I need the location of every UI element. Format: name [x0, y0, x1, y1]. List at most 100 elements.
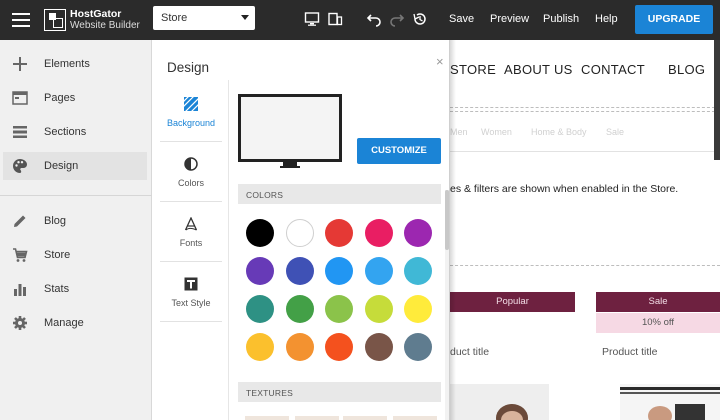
sidebar-item-pages[interactable]: Pages — [3, 84, 147, 112]
sidebar-item-store[interactable]: Store — [3, 241, 147, 269]
desktop-view-icon[interactable] — [304, 11, 320, 27]
sidebar-item-label: Stats — [44, 283, 70, 295]
design-panel: Design × Background Colors Fonts Text St… — [153, 40, 450, 420]
color-swatch[interactable] — [364, 295, 393, 323]
page-select[interactable]: Store — [153, 6, 255, 30]
sidebar-item-sections[interactable]: Sections — [3, 118, 147, 146]
sidebar-item-manage[interactable]: Manage — [3, 309, 147, 337]
texture-swatch[interactable] — [245, 416, 289, 420]
tab-label: Colors — [177, 178, 204, 188]
color-swatch[interactable] — [246, 333, 274, 361]
color-swatch[interactable] — [364, 257, 393, 285]
color-swatch[interactable] — [246, 295, 274, 323]
color-swatch[interactable] — [285, 219, 314, 247]
undo-icon[interactable] — [366, 11, 382, 27]
store-filter-notice: es & filters are shown when enabled in t… — [450, 183, 679, 195]
color-swatch[interactable] — [325, 257, 353, 285]
text-style-icon — [183, 276, 199, 292]
color-swatch[interactable] — [364, 219, 393, 247]
tab-label: Fonts — [179, 238, 203, 248]
sidebar-item-label: Store — [44, 249, 71, 261]
product-title[interactable]: Product title — [602, 346, 657, 358]
tab-background[interactable]: Background — [160, 84, 222, 142]
sidebar-item-label: Elements — [44, 58, 90, 70]
color-swatch[interactable] — [246, 219, 274, 247]
panel-scrollbar-thumb[interactable] — [445, 190, 449, 250]
sidebar-divider — [0, 195, 152, 196]
texture-swatch[interactable] — [295, 416, 339, 420]
section-divider — [450, 107, 720, 108]
color-swatch[interactable] — [404, 333, 432, 361]
background-hatch-icon — [183, 96, 199, 112]
sidebar-item-label: Sections — [44, 126, 87, 138]
texture-swatch[interactable] — [343, 416, 387, 420]
gear-icon — [8, 315, 32, 331]
texture-swatch[interactable] — [393, 416, 437, 420]
color-swatch[interactable] — [325, 219, 353, 247]
colors-header: COLORS — [238, 184, 441, 204]
tab-fonts[interactable]: Fonts — [160, 204, 222, 262]
panel-title: Design — [167, 60, 210, 75]
sidebar-item-design[interactable]: Design — [3, 152, 147, 180]
sidebar: Elements Pages Sections Design Blog Stor… — [0, 40, 152, 420]
sidebar-item-label: Design — [44, 160, 79, 172]
product-image[interactable] — [620, 384, 720, 420]
sidebar-item-label: Pages — [44, 92, 76, 104]
tab-text-style[interactable]: Text Style — [160, 264, 222, 322]
color-swatch[interactable] — [285, 333, 314, 361]
monitor-stand — [280, 162, 300, 168]
category-divider — [450, 151, 720, 152]
color-swatch[interactable] — [246, 257, 274, 285]
publish-button[interactable]: Publish — [543, 13, 579, 25]
site-nav-store[interactable]: STORE — [450, 62, 496, 77]
history-icon[interactable] — [412, 11, 428, 27]
color-swatch[interactable] — [325, 295, 353, 323]
color-swatch[interactable] — [285, 257, 314, 285]
save-button[interactable]: Save — [449, 13, 474, 25]
color-drop-icon — [183, 156, 199, 172]
page-select-value: Store — [161, 12, 188, 24]
tab-label: Text Style — [171, 298, 211, 308]
customize-button[interactable]: CUSTOMIZE — [357, 138, 441, 164]
color-swatch[interactable] — [404, 257, 432, 285]
color-swatch[interactable] — [325, 333, 353, 361]
tab-label: Background — [166, 118, 216, 128]
discount-badge: 10% off — [596, 313, 720, 333]
font-icon — [183, 216, 199, 232]
top-bar: HostGator Website Builder Store Save Pre… — [0, 0, 720, 40]
logo-title: HostGator — [70, 8, 122, 20]
product-image[interactable] — [450, 384, 549, 420]
site-nav-blog[interactable]: BLOG — [668, 62, 705, 77]
sale-badge: Sale — [596, 292, 720, 312]
preview-button[interactable]: Preview — [490, 13, 529, 25]
store-category[interactable]: Women — [481, 127, 512, 137]
color-swatch[interactable] — [285, 295, 314, 323]
store-category[interactable]: Sale — [606, 127, 624, 137]
close-icon[interactable]: × — [436, 54, 444, 69]
mobile-view-icon[interactable] — [327, 11, 343, 27]
color-swatch[interactable] — [404, 219, 432, 247]
preview-scrollbar[interactable] — [714, 40, 720, 160]
tab-colors[interactable]: Colors — [160, 144, 222, 202]
bar-chart-icon — [8, 282, 32, 296]
plus-icon — [8, 56, 32, 72]
popular-badge: Popular — [450, 292, 575, 312]
sidebar-item-label: Blog — [44, 215, 67, 227]
color-swatch[interactable] — [364, 333, 393, 361]
sidebar-item-blog[interactable]: Blog — [3, 207, 147, 235]
upgrade-button[interactable]: UPGRADE — [635, 5, 713, 34]
sidebar-item-stats[interactable]: Stats — [3, 275, 147, 303]
site-nav-about[interactable]: ABOUT US — [504, 62, 573, 77]
pencil-icon — [8, 213, 32, 229]
help-link[interactable]: Help — [595, 13, 618, 25]
sidebar-item-elements[interactable]: Elements — [3, 50, 147, 78]
color-swatch[interactable] — [404, 295, 432, 323]
redo-icon[interactable] — [389, 11, 405, 27]
tab-divider — [228, 80, 229, 420]
store-category[interactable]: Home & Body — [531, 127, 587, 137]
pages-icon — [8, 91, 32, 105]
logo: HostGator Website Builder — [44, 5, 140, 35]
site-nav-contact[interactable]: CONTACT — [581, 62, 645, 77]
menu-icon[interactable] — [10, 9, 32, 31]
textures-header: TEXTURES — [238, 382, 441, 402]
